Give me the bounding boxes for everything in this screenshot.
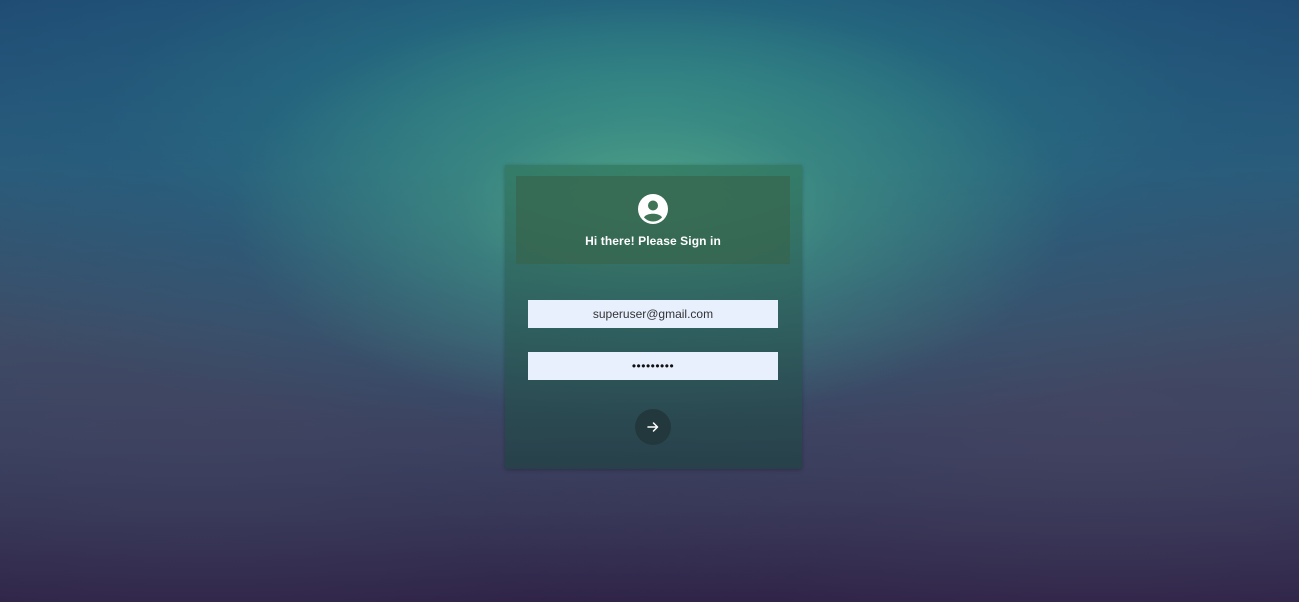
sign-in-heading: Hi there! Please Sign in [585, 234, 721, 248]
user-circle-icon [638, 194, 668, 224]
sign-in-button[interactable] [635, 409, 671, 445]
arrow-right-icon [647, 422, 659, 432]
email-field[interactable] [528, 300, 778, 328]
login-card-header: Hi there! Please Sign in [516, 176, 790, 264]
login-card: Hi there! Please Sign in [505, 165, 802, 469]
password-field[interactable] [528, 352, 778, 380]
